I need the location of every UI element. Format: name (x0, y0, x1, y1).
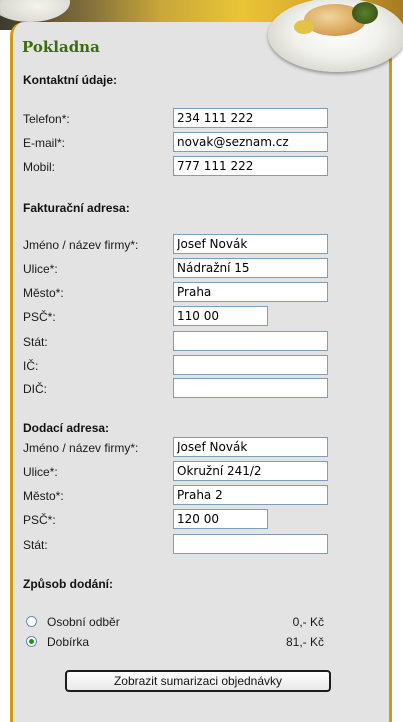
billing-city-label: Město*: (23, 286, 64, 300)
billing-street-input[interactable] (173, 258, 328, 278)
mobile-input[interactable] (173, 156, 328, 176)
email-label: E-mail*: (23, 136, 66, 150)
mobile-label: Mobil: (23, 160, 56, 174)
billing-country-label: Stát: (23, 335, 48, 349)
shipping-option-pickup-label: Osobní odběr (47, 615, 120, 629)
billing-name-input[interactable] (173, 234, 328, 254)
billing-zip-label: PSČ*: (23, 310, 56, 324)
delivery-zip-label: PSČ*: (23, 513, 56, 527)
billing-heading: Fakturační adresa: (23, 201, 130, 215)
billing-ico-label: IČ: (23, 359, 39, 373)
contact-heading: Kontaktní údaje: (23, 73, 118, 87)
show-order-summary-button[interactable]: Zobrazit sumarizaci objednávky (65, 670, 331, 692)
shipping-option-pickup-price: 0,- Kč (292, 615, 324, 629)
radio-selected[interactable] (26, 636, 37, 647)
lemon-garnish-image (294, 20, 314, 34)
phone-label: Telefon*: (23, 112, 70, 126)
delivery-zip-input[interactable] (173, 509, 268, 529)
delivery-name-label: Jméno / název firmy*: (23, 441, 139, 455)
delivery-street-label: Ulice*: (23, 465, 58, 479)
shipping-heading: Způsob dodání: (23, 577, 113, 591)
shipping-option-cod-label: Dobírka (47, 635, 90, 649)
delivery-country-label: Stát: (23, 538, 48, 552)
delivery-heading: Dodací adresa: (23, 421, 110, 435)
delivery-country-input[interactable] (173, 534, 328, 554)
delivery-city-label: Město*: (23, 489, 64, 503)
billing-ico-input[interactable] (173, 355, 328, 375)
billing-zip-input[interactable] (173, 306, 268, 326)
billing-dic-input[interactable] (173, 378, 328, 398)
billing-name-label: Jméno / název firmy*: (23, 238, 139, 252)
email-input[interactable] (173, 132, 328, 152)
billing-country-input[interactable] (173, 331, 328, 351)
radio-selected-dot (29, 639, 34, 644)
food-plate-image (268, 0, 403, 72)
delivery-name-input[interactable] (173, 437, 328, 457)
billing-city-input[interactable] (173, 282, 328, 302)
billing-dic-label: DIČ: (23, 382, 47, 396)
delivery-city-input[interactable] (173, 485, 328, 505)
herb-garnish-image (352, 2, 378, 24)
radio-unselected[interactable] (26, 616, 37, 627)
page-title: Pokladna (22, 38, 100, 56)
delivery-street-input[interactable] (173, 461, 328, 481)
shipping-option-cod-price: 81,- Kč (285, 635, 324, 649)
billing-street-label: Ulice*: (23, 262, 58, 276)
phone-input[interactable] (173, 108, 328, 128)
